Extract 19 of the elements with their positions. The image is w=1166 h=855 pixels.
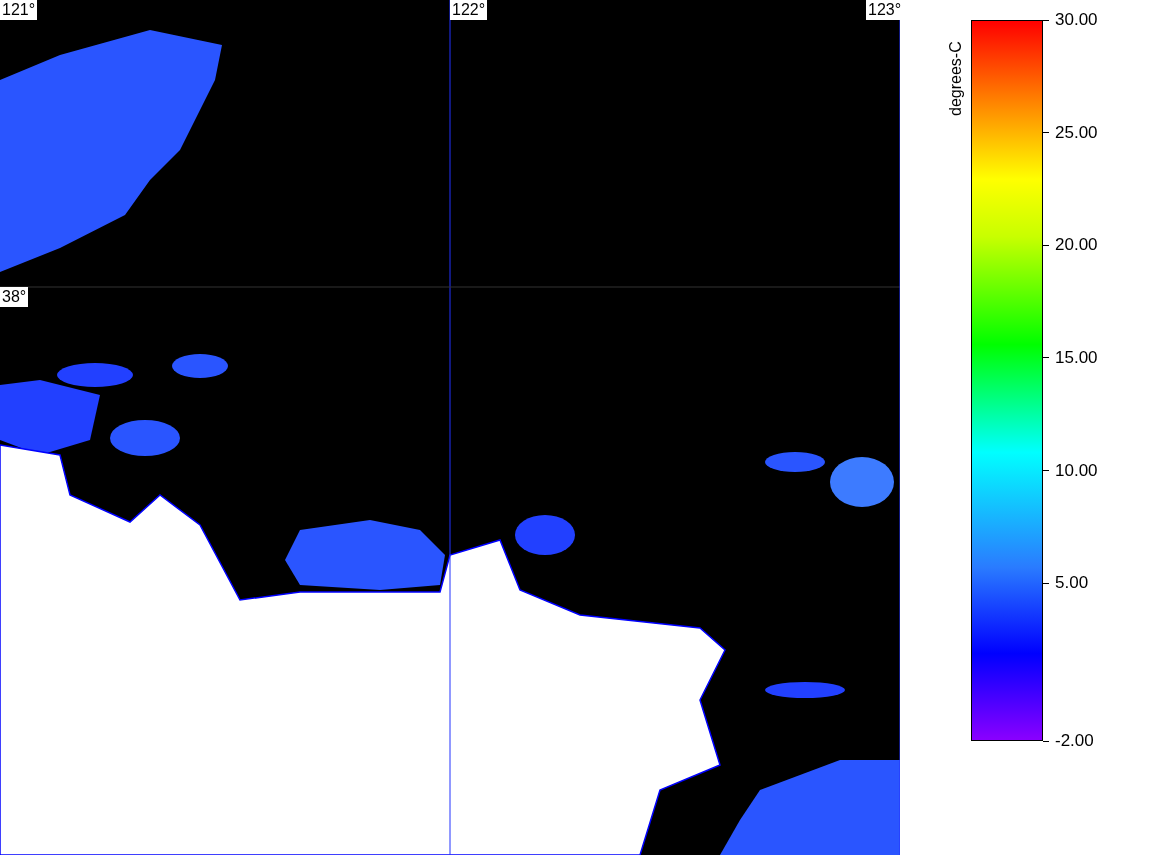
- tick-mark: [1043, 582, 1049, 584]
- tick-mark: [1043, 244, 1049, 246]
- tick-mark: [1043, 132, 1049, 134]
- tick-mark: [1043, 470, 1049, 472]
- tick-mark: [1043, 357, 1049, 359]
- scale-tick-label: -2.00: [1055, 731, 1094, 751]
- scale-tick-label: 20.00: [1055, 235, 1098, 256]
- tick-mark: [1043, 19, 1049, 21]
- scale-tick-label: 10.00: [1055, 460, 1098, 481]
- scale-tick-label: 15.00: [1055, 347, 1098, 368]
- longitude-label: 123°: [866, 0, 904, 20]
- scale-title: degrees-C: [947, 40, 965, 116]
- latitude-label: 38°: [0, 287, 29, 307]
- scale-tick-label: 5.00: [1055, 573, 1089, 594]
- longitude-label: 122°: [450, 0, 488, 20]
- scale-tick-label: 25.00: [1055, 122, 1098, 143]
- longitude-label: 121°: [0, 0, 38, 20]
- tick-mark: [1043, 740, 1049, 742]
- scale-tick-label: 30.00: [1055, 10, 1098, 30]
